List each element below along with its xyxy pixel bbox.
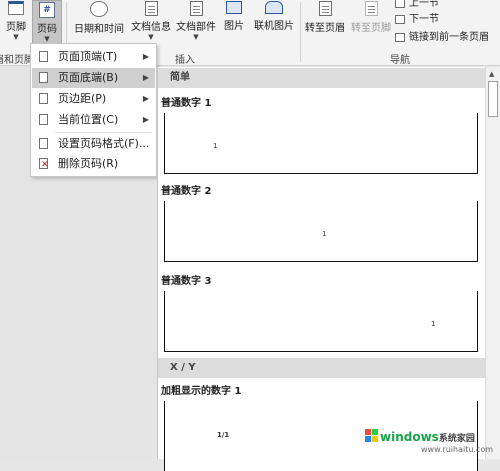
scroll-up-icon[interactable]: ▲ <box>489 70 494 78</box>
menu-item-remove-page-numbers[interactable]: 删除页码(R) <box>32 154 155 175</box>
watermark-brand-text: windows <box>380 430 439 444</box>
group-label-insert: 插入 <box>175 55 195 66</box>
chevron-down-icon: ▼ <box>44 35 50 43</box>
online-picture-button[interactable]: 联机图片 <box>250 0 298 44</box>
gallery-category-simple: 简单 <box>158 68 486 88</box>
picture-icon <box>226 1 242 14</box>
group-label-navigation: 导航 <box>390 55 410 66</box>
page-number-sample: 1/1 <box>217 431 230 439</box>
page-number-menu: 页面顶端(T) ▶ 页面底端(B) ▶ 页边距(P) ▶ 当前位置(C) ▶ 设… <box>30 43 157 177</box>
calendar-clock-icon <box>90 1 108 17</box>
menu-item-top-of-page[interactable]: 页面顶端(T) ▶ <box>32 47 155 67</box>
group-label-header-footer: 眉和页脚 <box>0 55 34 66</box>
gallery-item-plain-number-3[interactable]: 1 <box>164 291 478 352</box>
menu-item-format-page-numbers[interactable]: 设置页码格式(F)... <box>32 134 155 154</box>
footer-button[interactable]: 页脚 ▼ <box>2 0 30 44</box>
chevron-right-icon: ▶ <box>142 94 149 103</box>
goto-footer-button[interactable]: 转至页脚 <box>348 0 394 44</box>
page-number-button[interactable]: # 页码 ▼ <box>32 0 62 44</box>
page-number-button-label: 页码 <box>37 24 57 35</box>
windows-logo-icon <box>365 429 379 443</box>
gallery-item-title: 普通数字 2 <box>161 186 212 197</box>
previous-section-button[interactable]: 上一节 <box>395 0 439 9</box>
category-label: 简单 <box>170 72 190 83</box>
menu-item-label: 页面底端(B) <box>58 71 119 84</box>
menu-item-label: 页边距(P) <box>58 92 107 105</box>
next-section-button[interactable]: 下一节 <box>395 10 439 25</box>
document-info-icon <box>144 1 158 16</box>
chevron-right-icon: ▶ <box>142 73 149 82</box>
goto-footer-icon <box>364 1 378 16</box>
previous-section-label: 上一节 <box>409 0 439 9</box>
goto-footer-button-label: 转至页脚 <box>351 23 391 34</box>
goto-header-button-label: 转至页眉 <box>305 23 345 34</box>
document-parts-button-label: 文档部件 <box>176 22 216 33</box>
online-picture-button-label: 联机图片 <box>254 21 294 32</box>
link-to-previous-button[interactable]: 链接到前一条页眉 <box>395 28 489 43</box>
gallery-scrollbar[interactable]: ▲ <box>485 67 500 459</box>
link-icon <box>395 32 405 42</box>
footer-button-label: 页脚 <box>6 22 26 33</box>
menu-item-label: 删除页码(R) <box>58 157 119 170</box>
picture-button-label: 图片 <box>224 21 244 32</box>
menu-item-current-position[interactable]: 当前位置(C) ▶ <box>32 110 155 130</box>
gallery-item-title: 普通数字 1 <box>161 98 212 109</box>
category-label: X / Y <box>170 362 196 373</box>
page-number-icon: # <box>39 2 55 18</box>
document-parts-button[interactable]: 文档部件 ▼ <box>174 0 218 44</box>
chevron-right-icon: ▶ <box>142 52 149 61</box>
ribbon-separator <box>300 2 301 62</box>
page-number-gallery: 简单 普通数字 1 1 普通数字 2 1 普通数字 3 1 X / Y 加粗显示… <box>157 67 486 471</box>
footer-icon <box>8 1 24 15</box>
goto-header-icon <box>318 1 332 16</box>
document-info-button[interactable]: 文档信息 ▼ <box>129 0 173 44</box>
gallery-item-title: 加粗显示的数字 1 <box>161 386 242 397</box>
menu-item-label: 设置页码格式(F)... <box>58 137 150 150</box>
menu-item-label: 页面顶端(T) <box>58 50 118 63</box>
document-info-button-label: 文档信息 <box>131 22 171 33</box>
next-section-label: 下一节 <box>409 14 439 25</box>
gallery-category-xy: X / Y <box>158 358 486 378</box>
online-picture-icon <box>265 1 283 14</box>
watermark-brand: windows系统家园 <box>380 430 475 444</box>
date-time-button[interactable]: 日期和时间 <box>70 0 128 44</box>
page-margin-icon <box>39 93 48 104</box>
document-parts-icon <box>189 1 203 16</box>
menu-item-label: 当前位置(C) <box>58 113 119 126</box>
goto-header-button[interactable]: 转至页眉 <box>302 0 348 44</box>
chevron-down-icon: ▼ <box>148 33 154 41</box>
scrollbar-thumb[interactable] <box>488 81 498 117</box>
page-top-icon <box>39 51 48 62</box>
page-number-sample: 1 <box>213 142 218 150</box>
format-page-number-icon <box>39 138 48 149</box>
page-number-sample: 1 <box>431 320 436 328</box>
menu-item-bottom-of-page[interactable]: 页面底端(B) ▶ <box>32 68 155 88</box>
date-time-button-label: 日期和时间 <box>74 24 124 35</box>
next-section-icon <box>395 14 405 24</box>
page-number-sample: 1 <box>322 230 327 238</box>
current-position-icon <box>39 114 48 125</box>
gallery-item-plain-number-1[interactable]: 1 <box>164 113 478 174</box>
watermark-url: www.ruihaitu.com <box>421 445 494 454</box>
menu-separator <box>55 132 152 133</box>
chevron-down-icon: ▼ <box>193 33 199 41</box>
page-bottom-icon <box>39 72 48 83</box>
previous-section-icon <box>395 0 405 8</box>
picture-button[interactable]: 图片 <box>220 0 248 44</box>
chevron-right-icon: ▶ <box>142 115 149 124</box>
gallery-item-title: 普通数字 3 <box>161 276 212 287</box>
gallery-item-plain-number-2[interactable]: 1 <box>164 201 478 262</box>
menu-item-page-margins[interactable]: 页边距(P) ▶ <box>32 89 155 109</box>
watermark-suffix-text: 系统家园 <box>438 434 475 444</box>
chevron-down-icon: ▼ <box>13 33 19 41</box>
watermark: windows系统家园 www.ruihaitu.com <box>363 423 494 455</box>
remove-page-number-icon <box>39 155 49 175</box>
link-to-previous-label: 链接到前一条页眉 <box>409 32 489 43</box>
